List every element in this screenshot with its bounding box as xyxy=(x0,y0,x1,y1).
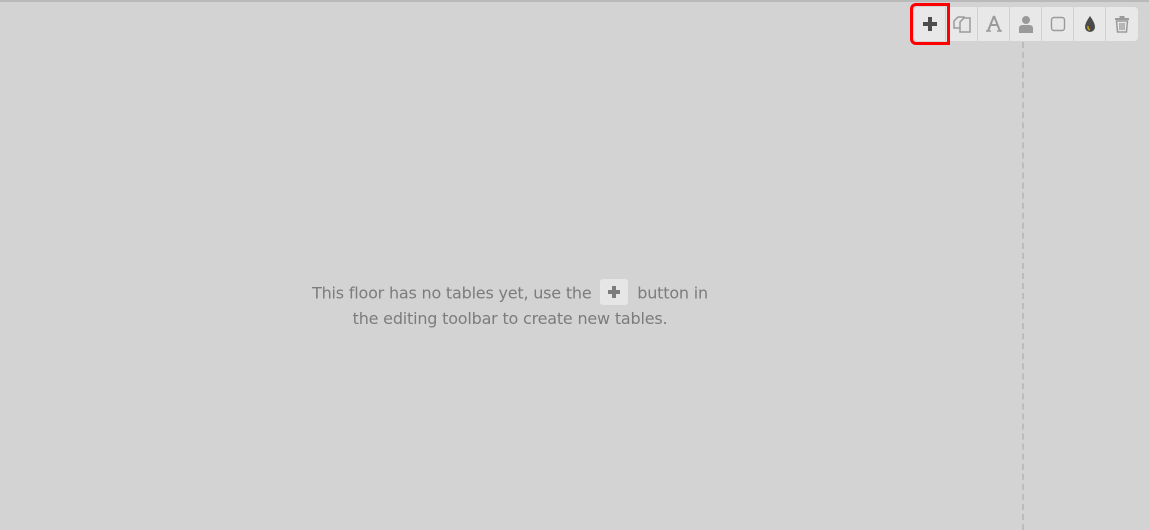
rename-table-button[interactable] xyxy=(978,7,1010,41)
user-icon xyxy=(1018,15,1034,33)
shape-button[interactable] xyxy=(1042,7,1074,41)
delete-table-button[interactable] xyxy=(1106,7,1138,41)
add-table-button[interactable] xyxy=(910,3,950,45)
duplicate-table-button[interactable] xyxy=(946,7,978,41)
editing-toolbar xyxy=(910,3,1138,45)
font-icon xyxy=(984,14,1004,34)
empty-floor-message: This floor has no tables yet, use the bu… xyxy=(300,279,720,331)
copy-icon xyxy=(952,14,972,34)
empty-message-line2: the editing toolbar to create new tables… xyxy=(352,309,668,328)
plus-icon xyxy=(600,279,629,305)
tint-icon xyxy=(1083,15,1097,33)
color-button[interactable] xyxy=(1074,7,1106,41)
square-icon xyxy=(1050,16,1066,32)
floor-canvas[interactable] xyxy=(0,2,1149,530)
seats-button[interactable] xyxy=(1010,7,1042,41)
trash-icon xyxy=(1114,15,1130,33)
floor-boundary-line xyxy=(1022,42,1024,530)
empty-message-text-before: This floor has no tables yet, use the xyxy=(312,283,592,303)
plus-icon xyxy=(922,16,938,32)
empty-message-text-after: button in xyxy=(637,283,708,303)
